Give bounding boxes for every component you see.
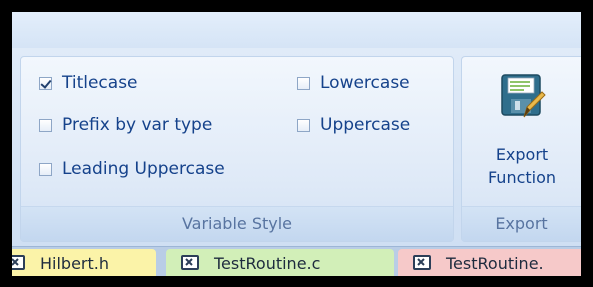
lowercase-label: Lowercase bbox=[320, 73, 410, 93]
document-tab-strip: Hilbert.h TestRoutine.c TestRoutine. bbox=[12, 246, 581, 276]
source-file-icon bbox=[413, 255, 431, 270]
doc-tab-label: TestRoutine.c bbox=[214, 253, 321, 273]
leading-uppercase-label: Leading Uppercase bbox=[62, 159, 225, 179]
doc-tab-label: Hilbert.h bbox=[40, 253, 109, 273]
prefix-by-var-type-label: Prefix by var type bbox=[62, 115, 213, 135]
titlecase-option[interactable]: Titlecase bbox=[39, 71, 138, 95]
variable-style-caption: Variable Style bbox=[21, 206, 453, 241]
doc-tab-testroutine-2[interactable]: TestRoutine. bbox=[398, 249, 581, 276]
export-caption: Export bbox=[462, 206, 581, 241]
export-function-button[interactable]: Export Function bbox=[462, 57, 581, 209]
titlecase-checkbox[interactable] bbox=[39, 76, 52, 90]
uppercase-checkbox[interactable] bbox=[297, 118, 310, 132]
lowercase-option[interactable]: Lowercase bbox=[297, 71, 410, 95]
ribbon-panel: Titlecase Prefix by var type Leading Upp… bbox=[12, 48, 581, 246]
source-file-icon bbox=[181, 255, 199, 270]
prefix-by-var-type-option[interactable]: Prefix by var type bbox=[39, 113, 212, 137]
lowercase-checkbox[interactable] bbox=[297, 76, 310, 90]
doc-tab-hilbert-h[interactable]: Hilbert.h bbox=[12, 249, 156, 276]
titlecase-label: Titlecase bbox=[62, 73, 138, 93]
export-group: Export Function Export bbox=[461, 56, 581, 242]
ribbon-window: Titlecase Prefix by var type Leading Upp… bbox=[12, 12, 581, 276]
export-function-label: Export Function bbox=[487, 145, 557, 187]
uppercase-option[interactable]: Uppercase bbox=[297, 113, 410, 137]
prefix-by-var-type-checkbox[interactable] bbox=[39, 118, 52, 132]
uppercase-label: Uppercase bbox=[320, 115, 411, 135]
leading-uppercase-option[interactable]: Leading Uppercase bbox=[39, 157, 225, 181]
leading-uppercase-checkbox[interactable] bbox=[39, 162, 52, 176]
doc-tab-testroutine-c[interactable]: TestRoutine.c bbox=[166, 249, 394, 276]
doc-tab-label: TestRoutine. bbox=[446, 253, 544, 273]
ribbon-tab-bar bbox=[12, 12, 581, 48]
floppy-disk-pencil-icon bbox=[501, 74, 546, 118]
variable-style-group: Titlecase Prefix by var type Leading Upp… bbox=[20, 56, 454, 242]
source-file-icon bbox=[12, 255, 25, 270]
